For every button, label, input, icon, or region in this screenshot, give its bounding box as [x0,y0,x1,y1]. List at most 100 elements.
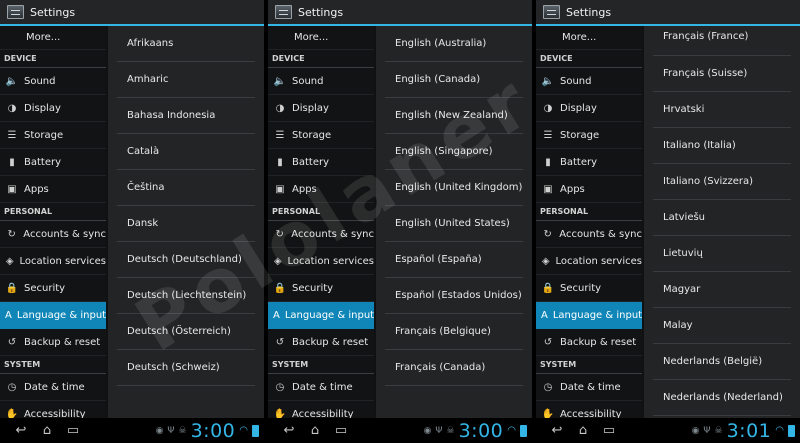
settings-item[interactable]: ▮ Battery [0,149,106,176]
settings-app-icon[interactable] [543,5,560,19]
battery-status-icon [520,424,527,437]
settings-item[interactable]: ◑ Display [268,95,374,122]
settings-item[interactable]: More... [0,26,106,50]
settings-item[interactable]: 🔒 Security [268,275,374,302]
status-area[interactable]: ◉ Ψ ☠ 3:01 ◠ [692,420,800,442]
settings-item[interactable]: ✋ Accessibility [0,401,106,419]
status-area[interactable]: ◉ Ψ ☠ 3:00 ◠ [424,420,532,442]
clock-icon: ◷ [7,381,17,393]
settings-item[interactable]: 🔒 Security [0,275,106,302]
language-option[interactable]: Čeština [117,170,255,206]
settings-item[interactable]: 🔈 Sound [536,68,642,95]
settings-item[interactable]: ◑ Display [0,95,106,122]
settings-item[interactable]: ✋ Accessibility [268,401,374,419]
language-option[interactable]: English (Canada) [385,62,523,98]
language-option[interactable]: English (United States) [385,206,523,242]
language-option[interactable]: Malay [653,308,791,344]
language-option[interactable]: Français (France) [653,26,791,56]
recent-apps-icon[interactable]: ▭ [328,423,354,438]
settings-item-label: Backup & reset [24,336,101,348]
language-option[interactable]: Magyar [653,272,791,308]
language-option[interactable]: Bahasa Indonesia [117,98,255,134]
language-option[interactable]: English (Singapore) [385,134,523,170]
language-option[interactable]: Hrvatski [653,92,791,128]
clock: 3:00 [190,419,236,442]
back-icon[interactable]: ↩ [276,423,302,438]
settings-category-list[interactable]: More... DEVICE 🔈 Sound ◑ Display ☰ Storage ▮ Batt… [0,26,106,418]
settings-item[interactable]: ↻ Accounts & sync [0,221,106,248]
settings-item[interactable]: ◷ Date & time [0,374,106,401]
language-option[interactable]: Deutsch (Schweiz) [117,350,255,386]
settings-item[interactable]: ◈ Location services [268,248,374,275]
language-option[interactable]: Nederlands (België) [653,344,791,380]
settings-item[interactable]: A Language & input [536,302,642,329]
settings-category-list[interactable]: More... DEVICE 🔈 Sound ◑ Display ☰ Storage ▮ Batt… [536,26,642,418]
language-option[interactable]: Dansk [117,206,255,242]
language-option[interactable]: Català [117,134,255,170]
settings-item[interactable]: ▮ Battery [536,149,642,176]
settings-item[interactable]: ▮ Battery [268,149,374,176]
clock: 3:00 [458,419,504,442]
recent-apps-icon[interactable]: ▭ [596,423,622,438]
language-option[interactable]: Deutsch (Liechtenstein) [117,278,255,314]
language-option[interactable]: Italiano (Svizzera) [653,164,791,200]
language-option[interactable]: Español (España) [385,242,523,278]
recent-apps-icon[interactable]: ▭ [60,423,86,438]
settings-item[interactable]: ◈ Location services [536,248,642,275]
language-list[interactable]: English (Australia) English (Canada) Engli… [376,26,532,418]
language-option[interactable]: English (Australia) [385,26,523,62]
settings-item[interactable]: ↻ Accounts & sync [536,221,642,248]
apps-icon: ▣ [275,183,285,195]
location-icon: ◈ [541,255,550,267]
settings-item[interactable]: A Language & input [268,302,374,329]
language-option[interactable]: English (New Zealand) [385,98,523,134]
language-option[interactable]: Français (Canada) [385,350,523,386]
home-icon[interactable]: ⌂ [570,423,596,438]
settings-item[interactable]: ▣ Apps [0,176,106,203]
settings-category-list[interactable]: More... DEVICE 🔈 Sound ◑ Display ☰ Storage ▮ Batt… [268,26,374,418]
settings-item[interactable]: More... [268,26,374,50]
language-option[interactable]: Amharic [117,62,255,98]
home-icon[interactable]: ⌂ [34,423,60,438]
settings-item[interactable]: 🔈 Sound [0,68,106,95]
language-option[interactable]: Latviešu [653,200,791,236]
settings-item[interactable]: ◷ Date & time [268,374,374,401]
settings-item[interactable]: A Language & input [0,302,106,329]
settings-app-icon[interactable] [275,5,292,19]
settings-item[interactable]: ☰ Storage [536,122,642,149]
settings-item[interactable]: ↺ Backup & reset [536,329,642,356]
language-option[interactable]: English (United Kingdom) [385,170,523,206]
settings-item[interactable]: 🔒 Security [536,275,642,302]
settings-item[interactable]: ▣ Apps [536,176,642,203]
back-icon[interactable]: ↩ [544,423,570,438]
settings-item[interactable]: ◈ Location services [0,248,106,275]
language-option[interactable]: Lietuvių [653,236,791,272]
settings-app-icon[interactable] [7,5,24,19]
language-option[interactable]: Français (Suisse) [653,56,791,92]
home-icon[interactable]: ⌂ [302,423,328,438]
settings-item[interactable]: ◑ Display [536,95,642,122]
language-option[interactable]: Afrikaans [117,26,255,62]
section-header: PERSONAL [536,203,642,221]
settings-item[interactable]: ✋ Accessibility [536,401,642,419]
settings-item[interactable]: ↺ Backup & reset [0,329,106,356]
settings-item[interactable]: ◷ Date & time [536,374,642,401]
language-option[interactable]: Italiano (Italia) [653,128,791,164]
settings-item[interactable]: More... [536,26,642,50]
settings-item[interactable]: 🔈 Sound [268,68,374,95]
settings-item[interactable]: ☰ Storage [268,122,374,149]
back-icon[interactable]: ↩ [8,423,34,438]
language-option[interactable]: Nederlands (Nederland) [653,380,791,416]
language-option[interactable]: Español (Estados Unidos) [385,278,523,314]
settings-item[interactable]: ↺ Backup & reset [268,329,374,356]
language-option[interactable]: Français (Belgique) [385,314,523,350]
settings-item-label: Storage [560,129,600,141]
settings-item[interactable]: ↻ Accounts & sync [268,221,374,248]
settings-item[interactable]: ▣ Apps [268,176,374,203]
language-list[interactable]: Afrikaans Amharic Bahasa Indonesia Català Če… [108,26,264,418]
language-list[interactable]: Français (France) Français (Suisse) Hrvats… [644,26,800,418]
language-option[interactable]: Deutsch (Deutschland) [117,242,255,278]
language-option[interactable]: Deutsch (Österreich) [117,314,255,350]
status-area[interactable]: ◉ Ψ ☠ 3:00 ◠ [156,420,264,442]
settings-item[interactable]: ☰ Storage [0,122,106,149]
